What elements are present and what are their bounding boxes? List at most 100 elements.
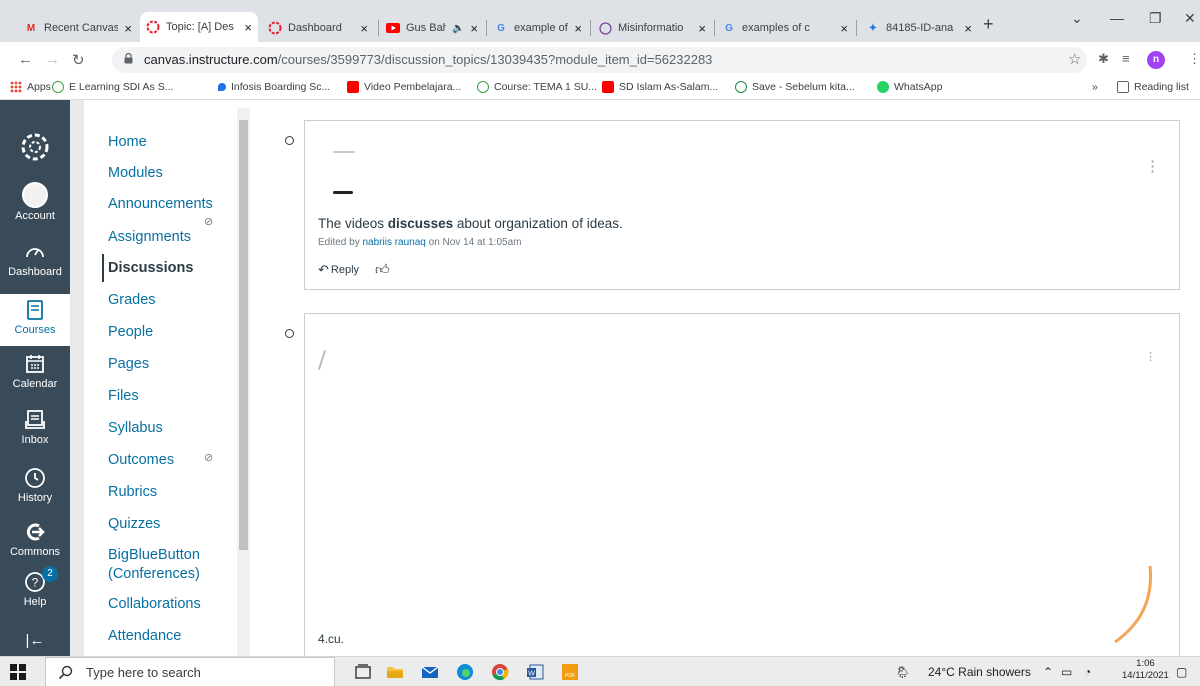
course-nav-grades[interactable]: Grades [108, 292, 156, 308]
wifi-icon[interactable]: ◔ [1084, 665, 1091, 679]
minimize-button[interactable]: — [1110, 10, 1124, 26]
entry-options-icon[interactable]: ⋮ [1145, 350, 1156, 363]
extensions-icon[interactable]: ✱ [1098, 51, 1109, 67]
canvas-icon [146, 20, 160, 34]
course-nav-bigbluebutton[interactable]: BigBlueButton [108, 547, 200, 563]
course-nav-collaborations[interactable]: Collaborations [108, 596, 201, 612]
bookmark-item[interactable]: Video Pembelajara... [347, 81, 461, 93]
course-nav-syllabus[interactable]: Syllabus [108, 420, 163, 436]
menu-icon[interactable]: ⋮ [1188, 51, 1200, 67]
nav-commons[interactable]: Commons [0, 520, 70, 558]
tab-search-icon[interactable]: ⌄ [1071, 10, 1083, 27]
course-nav-outcomes[interactable]: Outcomes [108, 452, 174, 468]
close-tab-icon[interactable]: × [840, 21, 848, 36]
bookmark-item[interactable]: Course: TEMA 1 SU... [477, 81, 597, 93]
close-tab-icon[interactable]: × [964, 21, 972, 36]
course-nav-files[interactable]: Files [108, 388, 139, 404]
system-clock[interactable]: 1:06 14/11/2021 [1122, 658, 1169, 682]
file-explorer-icon[interactable] [385, 662, 405, 682]
discussion-entry: ⋮ 4.cu. [304, 313, 1180, 663]
tray-chevron-icon[interactable]: ⌃ [1043, 665, 1053, 679]
browser-tab[interactable]: M Recent Canvas × [18, 14, 138, 42]
nav-dashboard[interactable]: Dashboard [0, 240, 70, 278]
windows-start-icon[interactable] [10, 664, 26, 680]
course-nav-quizzes[interactable]: Quizzes [108, 516, 160, 532]
browser-tab[interactable]: G examples of c × [716, 14, 854, 42]
forward-button[interactable]: → [45, 51, 60, 68]
course-nav-scroll-thumb[interactable] [239, 120, 248, 550]
weather-icon: 🌦︎ [895, 665, 911, 679]
entry-options-icon[interactable]: ⋮ [1145, 157, 1160, 175]
browser-tab-active[interactable]: Topic: [A] Des × [140, 12, 258, 42]
profile-avatar[interactable]: n [1147, 51, 1165, 69]
bookmark-item[interactable]: E Learning SDI As S... [52, 81, 173, 93]
course-navigation: Home Modules Announcements ⊘ Assignments… [84, 100, 254, 656]
restore-button[interactable]: ❐ [1149, 10, 1162, 27]
close-tab-icon[interactable]: × [124, 21, 132, 36]
pdf-app-icon[interactable]: PDF [560, 662, 580, 682]
nav-calendar[interactable]: Calendar [0, 352, 70, 390]
site-icon [477, 81, 489, 93]
browser-tab[interactable]: ✦ 84185-ID-ana × [860, 14, 978, 42]
bookmark-item[interactable]: Save - Sebelum kita... [735, 81, 855, 93]
like-icon[interactable]: 👍︎ [375, 261, 390, 278]
back-button[interactable]: ← [18, 51, 33, 68]
reading-list-icon [1117, 81, 1129, 93]
discussion-content: The videos discusses about organization … [254, 100, 1200, 663]
bookmark-star-icon[interactable]: ☆ [1068, 50, 1081, 68]
course-nav-conferences[interactable]: (Conferences) [108, 566, 200, 582]
battery-icon[interactable]: ▭ [1061, 665, 1072, 679]
nav-help[interactable]: ? 2 Help [0, 566, 70, 608]
bookmark-item[interactable]: WhatsApp [877, 81, 942, 93]
word-icon[interactable]: W [525, 662, 545, 682]
browser-tab[interactable]: Dashboard × [262, 14, 374, 42]
bookmark-apps[interactable]: Apps [10, 81, 51, 93]
avatar-placeholder [333, 151, 355, 153]
taskbar-search-box[interactable]: Type here to search [45, 657, 335, 686]
close-tab-icon[interactable]: × [360, 21, 368, 36]
collapse-nav-button[interactable]: |← [0, 632, 70, 649]
new-tab-button[interactable]: + [983, 14, 994, 35]
close-tab-icon[interactable]: × [574, 21, 582, 36]
task-view-icon[interactable] [353, 662, 373, 682]
course-nav-attendance[interactable]: Attendance [108, 628, 181, 644]
edge-browser-icon[interactable] [455, 662, 475, 682]
media-control-icon[interactable]: ≡ [1122, 51, 1130, 66]
chrome-icon[interactable] [490, 662, 510, 682]
reading-list-button[interactable]: Reading list [1117, 81, 1189, 93]
course-nav-home[interactable]: Home [108, 134, 147, 150]
browser-tab[interactable]: Gus Baha 🔈 × [380, 14, 484, 42]
lock-icon [124, 53, 133, 64]
close-tab-icon[interactable]: × [244, 20, 252, 35]
nav-inbox[interactable]: Inbox [0, 408, 70, 446]
reload-button[interactable]: ↻ [72, 51, 85, 69]
course-nav-rubrics[interactable]: Rubrics [108, 484, 157, 500]
mail-icon[interactable] [420, 662, 440, 682]
notifications-icon[interactable]: ▢ [1176, 665, 1187, 679]
course-nav-people[interactable]: People [108, 324, 153, 340]
course-nav-announcements[interactable]: Announcements [108, 196, 213, 212]
nav-history[interactable]: History [0, 466, 70, 504]
whatsapp-icon [877, 81, 889, 93]
nav-courses[interactable]: Courses [0, 294, 70, 346]
address-bar[interactable]: canvas.instructure.com/courses/3599773/d… [112, 47, 1087, 73]
global-nav-scrollbar[interactable] [70, 100, 84, 656]
more-bookmarks-button[interactable]: » [1092, 81, 1098, 93]
bookmark-item[interactable]: SD Islam As-Salam... [602, 81, 718, 93]
nav-account[interactable]: Account [0, 182, 70, 222]
bookmark-item[interactable]: Infosis Boarding Sc... [218, 81, 330, 93]
close-tab-icon[interactable]: × [698, 21, 706, 36]
weather-text[interactable]: 24°C Rain showers [928, 665, 1031, 679]
close-window-button[interactable]: ✕ [1184, 10, 1196, 27]
editor-link[interactable]: nabriis raunaq [362, 237, 425, 248]
browser-tab[interactable]: Misinformatio × [592, 14, 712, 42]
reply-button[interactable]: ↶ Reply [318, 262, 359, 278]
course-nav-assignments[interactable]: Assignments [108, 229, 191, 245]
canvas-logo-icon[interactable] [20, 132, 50, 162]
close-tab-icon[interactable]: × [470, 21, 478, 36]
url-text: canvas.instructure.com/courses/3599773/d… [144, 52, 713, 67]
browser-tab[interactable]: G example of m × [488, 14, 588, 42]
course-nav-discussions[interactable]: Discussions [108, 260, 193, 276]
course-nav-pages[interactable]: Pages [108, 356, 149, 372]
course-nav-modules[interactable]: Modules [108, 165, 163, 181]
